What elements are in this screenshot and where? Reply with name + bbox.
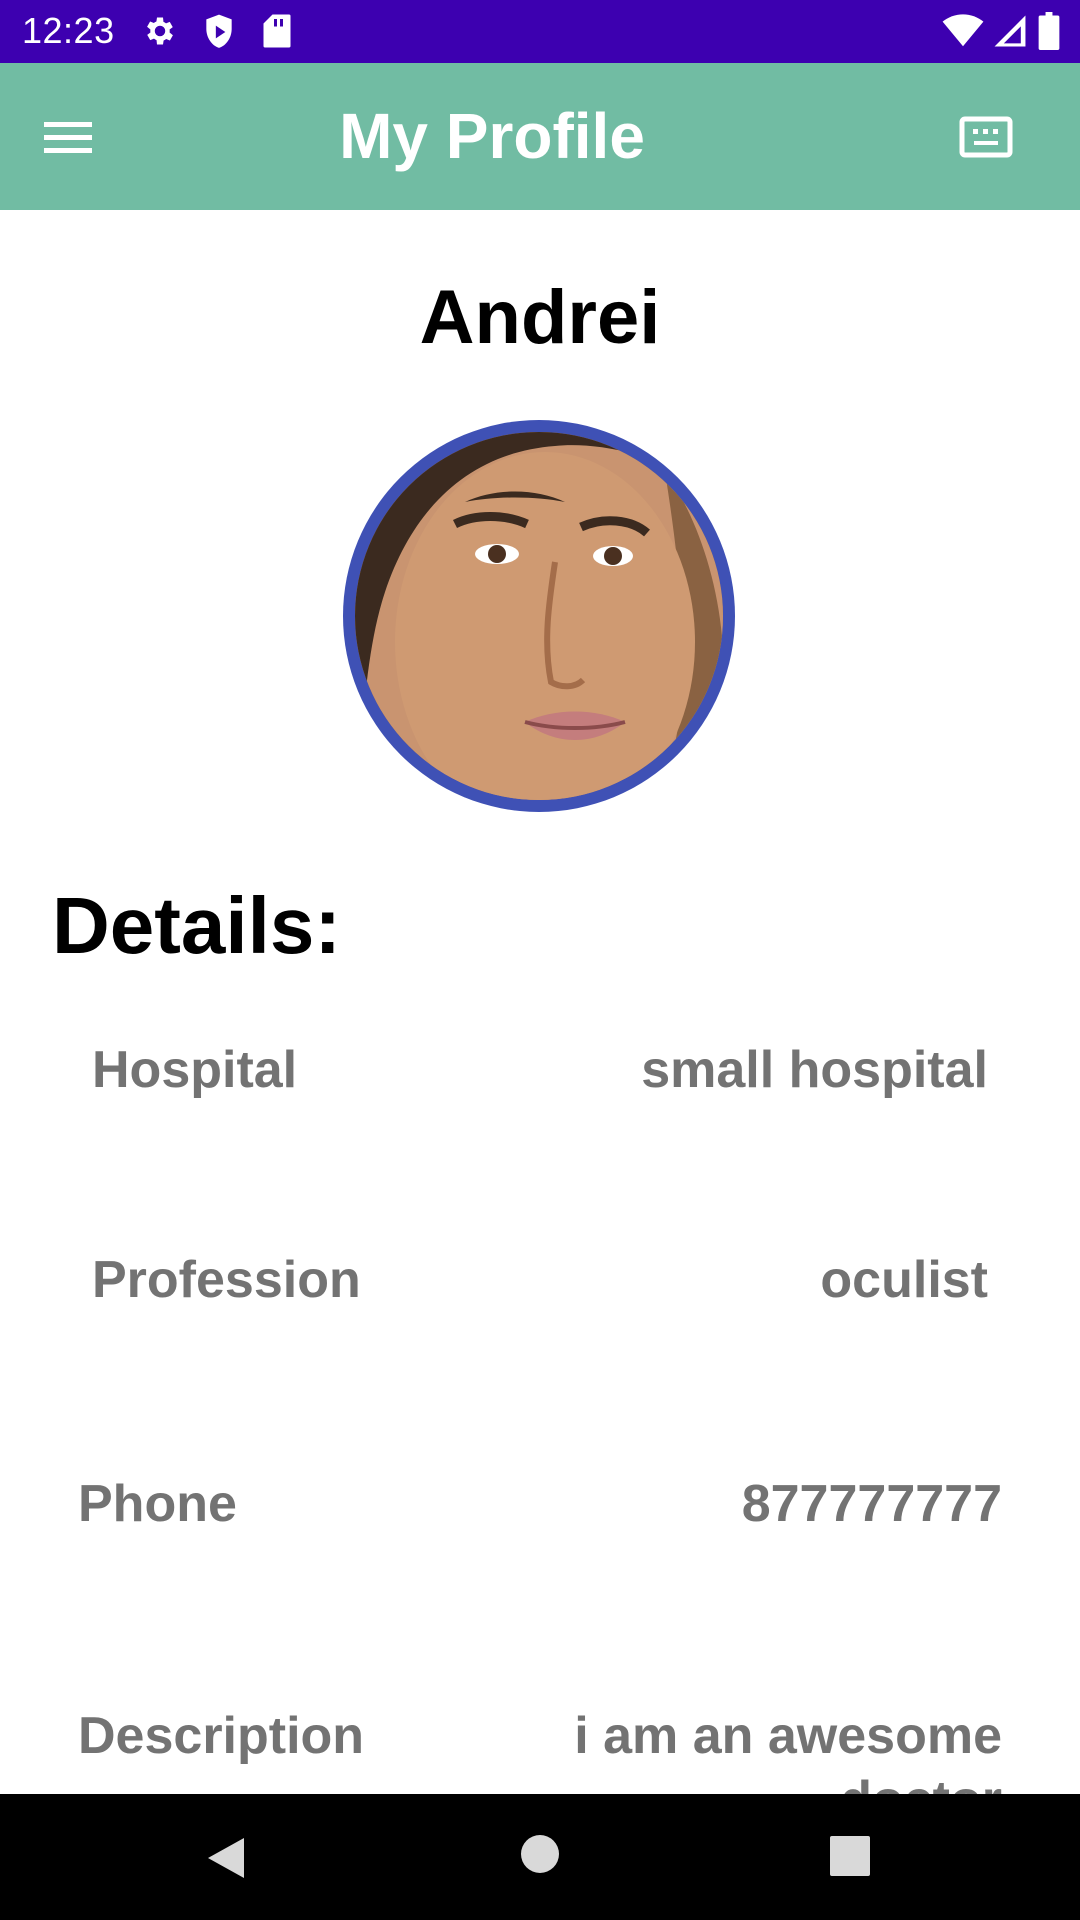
hospital-label: Hospital xyxy=(92,1041,298,1099)
details-heading: Details: xyxy=(52,881,341,970)
description-label: Description xyxy=(78,1707,365,1765)
app-bar: My Profile xyxy=(0,63,1080,210)
back-icon[interactable] xyxy=(204,1834,248,1887)
profile-name: Andrei xyxy=(419,275,661,360)
page-title: My Profile xyxy=(339,100,645,172)
gear-icon xyxy=(142,13,178,54)
wifi-icon xyxy=(942,14,984,53)
profession-label: Profession xyxy=(92,1251,361,1309)
keyboard-icon xyxy=(958,116,1014,173)
avatar-photo xyxy=(355,432,723,800)
battery-icon xyxy=(1038,12,1060,55)
shield-icon xyxy=(203,13,235,56)
status-bar: 12:23 xyxy=(0,0,1080,63)
profile-screen: 12:23 My Profile Andrei Details: Hospita… xyxy=(0,0,1080,1920)
hospital-value: small hospital xyxy=(641,1041,988,1099)
keyboard-button[interactable] xyxy=(958,105,1022,169)
recents-icon[interactable] xyxy=(830,1836,870,1881)
phone-label: Phone xyxy=(78,1475,237,1533)
signal-icon xyxy=(992,14,1028,53)
sd-card-icon xyxy=(262,13,292,54)
avatar[interactable] xyxy=(343,420,735,812)
profession-value: oculist xyxy=(820,1251,988,1309)
phone-value: 877777777 xyxy=(741,1475,1002,1533)
status-time: 12:23 xyxy=(22,10,115,51)
navigation-bar xyxy=(0,1794,1080,1920)
home-icon[interactable] xyxy=(520,1834,560,1879)
